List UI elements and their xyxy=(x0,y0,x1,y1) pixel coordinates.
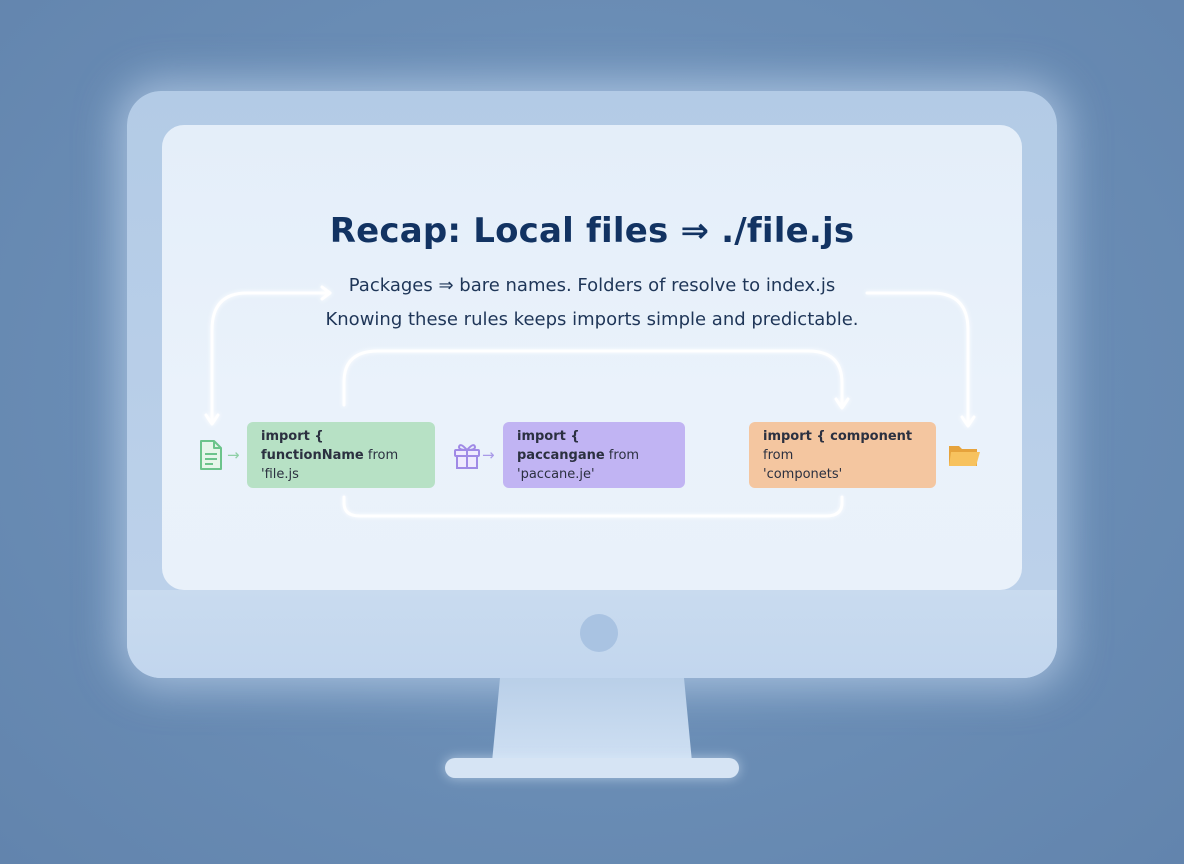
card-line2: 'paccane.je' xyxy=(517,466,595,482)
file-icon xyxy=(200,440,222,470)
slide-subtitle-line1: Packages ⇒ bare names. Folders of resolv… xyxy=(348,275,836,296)
arrow-right-icon: → xyxy=(227,446,240,464)
monitor: Recap: Local files ⇒ ./file.js Packages … xyxy=(127,91,1057,678)
slide-subtitle-line2: Knowing these rules keeps imports simple… xyxy=(325,309,859,330)
card-line2: 'componets' xyxy=(763,466,843,482)
background: Recap: Local files ⇒ ./file.js Packages … xyxy=(0,0,1184,864)
monitor-chin xyxy=(127,590,1057,678)
power-button[interactable] xyxy=(580,614,618,652)
connector-bottom xyxy=(342,495,844,518)
card-line1: import { paccangane from xyxy=(517,428,640,463)
gift-icon xyxy=(454,444,480,469)
connector-arrows xyxy=(204,285,976,518)
import-card-local: import { functionName from 'file.js xyxy=(247,422,435,488)
monitor-stand-neck xyxy=(492,678,692,762)
monitor-stand-base xyxy=(445,758,739,778)
import-card-package: import { paccangane from 'paccane.je' xyxy=(503,422,685,488)
connector-top xyxy=(342,349,844,408)
arrow-right-icon: → xyxy=(482,446,495,464)
folder-icon xyxy=(949,446,980,466)
card-line2: 'file.js xyxy=(261,466,299,482)
slide-title: Recap: Local files ⇒ ./file.js xyxy=(329,211,855,251)
card-line1: import { functionName from xyxy=(261,428,399,463)
screen: Recap: Local files ⇒ ./file.js Packages … xyxy=(162,125,1022,590)
import-card-folder: import { component from 'componets' xyxy=(749,422,936,488)
card-line1: import { component from xyxy=(763,428,913,463)
